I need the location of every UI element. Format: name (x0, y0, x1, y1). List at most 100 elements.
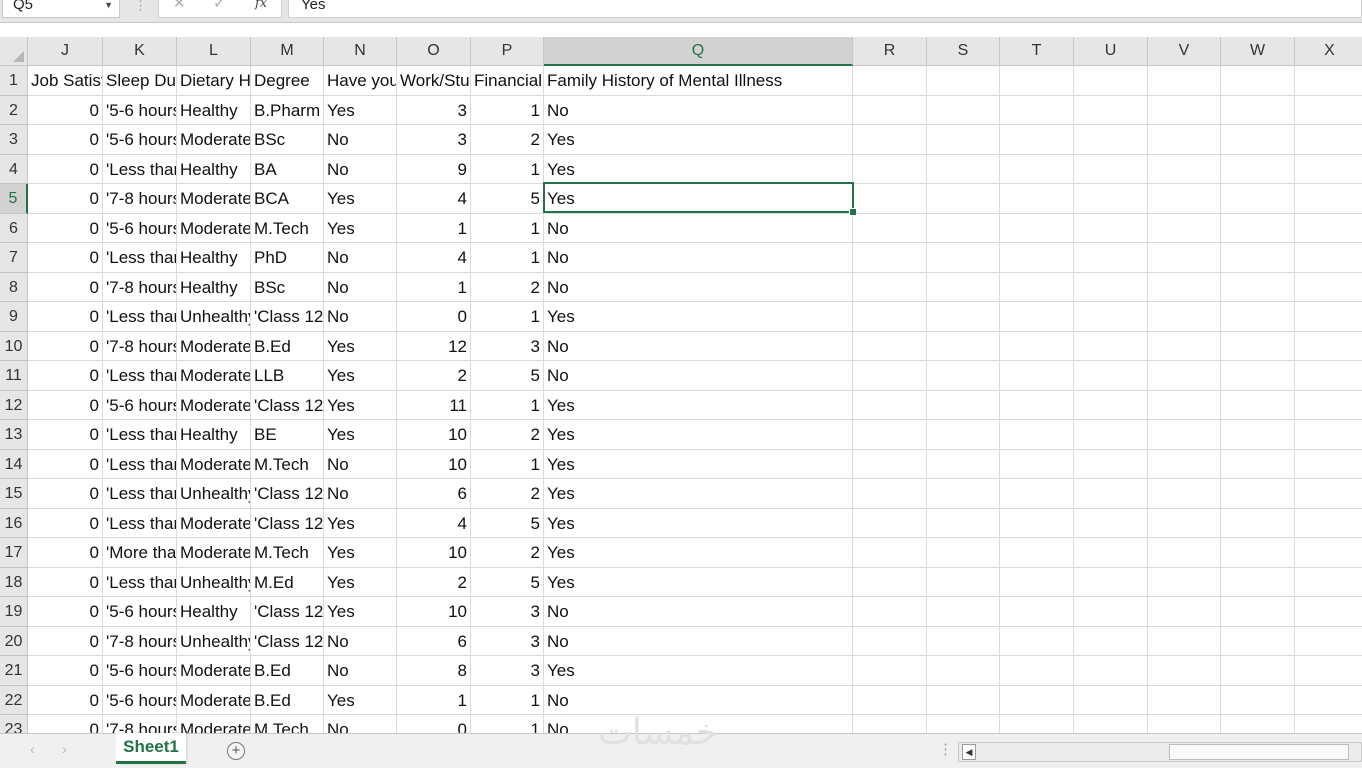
cell-p[interactable]: 2 (471, 420, 544, 450)
header-cell-o[interactable]: Work/Study Hours (397, 66, 471, 96)
cell-v[interactable] (1148, 715, 1221, 733)
cell-r[interactable] (853, 272, 927, 302)
cell-s[interactable] (927, 243, 1000, 273)
cell-p[interactable]: 2 (471, 125, 544, 155)
cell-n[interactable]: No (324, 479, 397, 509)
cell-t[interactable] (1000, 508, 1074, 538)
cell-m[interactable]: LLB (251, 361, 324, 391)
cell-q[interactable]: Yes (544, 538, 853, 568)
cell-p[interactable]: 5 (471, 184, 544, 214)
cell-w[interactable] (1221, 420, 1295, 450)
row-header[interactable]: 8 (0, 272, 28, 302)
row-header[interactable]: 12 (0, 390, 28, 420)
row-header[interactable]: 23 (0, 715, 28, 733)
cell-p[interactable]: 1 (471, 95, 544, 125)
cell-q[interactable]: No (544, 361, 853, 391)
cell-o[interactable]: 2 (397, 361, 471, 391)
cell-o[interactable]: 1 (397, 272, 471, 302)
cell-n[interactable]: Yes (324, 95, 397, 125)
cell-n[interactable]: Yes (324, 508, 397, 538)
cell-t[interactable] (1000, 626, 1074, 656)
cell-w[interactable] (1221, 361, 1295, 391)
cell-k[interactable]: '5-6 hours' (103, 125, 177, 155)
cell-j[interactable]: 0 (28, 656, 103, 686)
cell-x[interactable] (1295, 184, 1362, 214)
header-cell-p[interactable]: Financial Stress (471, 66, 544, 96)
cell-w[interactable] (1221, 154, 1295, 184)
row-header[interactable]: 20 (0, 626, 28, 656)
cell-p[interactable]: 1 (471, 243, 544, 273)
cell-k[interactable]: '5-6 hours' (103, 656, 177, 686)
cell-u[interactable] (1074, 597, 1148, 627)
cell-u[interactable] (1074, 243, 1148, 273)
cell-v[interactable] (1148, 449, 1221, 479)
cell-s[interactable] (927, 715, 1000, 733)
row-header[interactable]: 9 (0, 302, 28, 332)
cell-s[interactable] (927, 125, 1000, 155)
cell-k[interactable]: '5-6 hours' (103, 213, 177, 243)
cell-x[interactable] (1295, 155, 1362, 184)
cell-x[interactable] (1295, 509, 1362, 538)
cell-s[interactable] (927, 331, 1000, 361)
header-cell-l[interactable]: Dietary Habits (177, 66, 251, 96)
header-cell-x[interactable] (1295, 66, 1362, 96)
row-header[interactable]: 6 (0, 213, 28, 243)
cell-x[interactable] (1295, 420, 1362, 450)
cell-u[interactable] (1074, 508, 1148, 538)
cell-v[interactable] (1148, 390, 1221, 420)
cell-t[interactable] (1000, 361, 1074, 391)
cell-t[interactable] (1000, 685, 1074, 715)
cell-l[interactable]: Unhealthy (177, 479, 251, 509)
cell-o[interactable]: 0 (397, 302, 471, 332)
header-cell-t[interactable] (1000, 66, 1074, 96)
cell-u[interactable] (1074, 302, 1148, 332)
row-header[interactable]: 13 (0, 420, 28, 450)
cell-j[interactable]: 0 (28, 184, 103, 214)
cell-k[interactable]: '7-8 hours' (103, 626, 177, 656)
cell-r[interactable] (853, 420, 927, 450)
cell-q[interactable]: No (544, 213, 853, 243)
cell-l[interactable]: Moderate (177, 184, 251, 214)
cell-v[interactable] (1148, 685, 1221, 715)
cell-w[interactable] (1221, 243, 1295, 273)
cell-j[interactable]: 0 (28, 272, 103, 302)
column-header-s[interactable]: S (927, 37, 1000, 66)
header-cell-r[interactable] (853, 66, 927, 96)
column-header-q[interactable]: Q (544, 37, 853, 66)
cell-w[interactable] (1221, 597, 1295, 627)
column-header-j[interactable]: J (28, 37, 103, 66)
cell-t[interactable] (1000, 479, 1074, 509)
cell-x[interactable] (1295, 538, 1362, 568)
cell-l[interactable]: Moderate (177, 508, 251, 538)
cell-m[interactable]: B.Ed (251, 685, 324, 715)
cell-w[interactable] (1221, 626, 1295, 656)
cell-x[interactable] (1295, 597, 1362, 627)
cell-o[interactable]: 0 (397, 715, 471, 733)
cell-j[interactable]: 0 (28, 243, 103, 273)
cell-t[interactable] (1000, 390, 1074, 420)
cell-n[interactable]: No (324, 243, 397, 273)
column-header-m[interactable]: M (251, 37, 324, 66)
cell-k[interactable]: '7-8 hours' (103, 331, 177, 361)
cell-u[interactable] (1074, 685, 1148, 715)
cell-k[interactable]: '7-8 hours' (103, 272, 177, 302)
cell-x[interactable] (1295, 686, 1362, 715)
cell-v[interactable] (1148, 479, 1221, 509)
cell-m[interactable]: BE (251, 420, 324, 450)
cell-l[interactable]: Moderate (177, 449, 251, 479)
cell-o[interactable]: 12 (397, 331, 471, 361)
next-sheet-icon[interactable]: › (62, 741, 67, 757)
cell-r[interactable] (853, 656, 927, 686)
row-header[interactable]: 19 (0, 597, 28, 627)
cell-l[interactable]: Unhealthy (177, 302, 251, 332)
cell-u[interactable] (1074, 538, 1148, 568)
cell-t[interactable] (1000, 567, 1074, 597)
cell-x[interactable] (1295, 332, 1362, 361)
cell-p[interactable]: 1 (471, 685, 544, 715)
cell-l[interactable]: Moderate (177, 390, 251, 420)
cell-s[interactable] (927, 508, 1000, 538)
cell-w[interactable] (1221, 449, 1295, 479)
cell-t[interactable] (1000, 302, 1074, 332)
header-cell-u[interactable] (1074, 66, 1148, 96)
header-cell-q[interactable]: Family History of Mental Illness (544, 66, 853, 96)
